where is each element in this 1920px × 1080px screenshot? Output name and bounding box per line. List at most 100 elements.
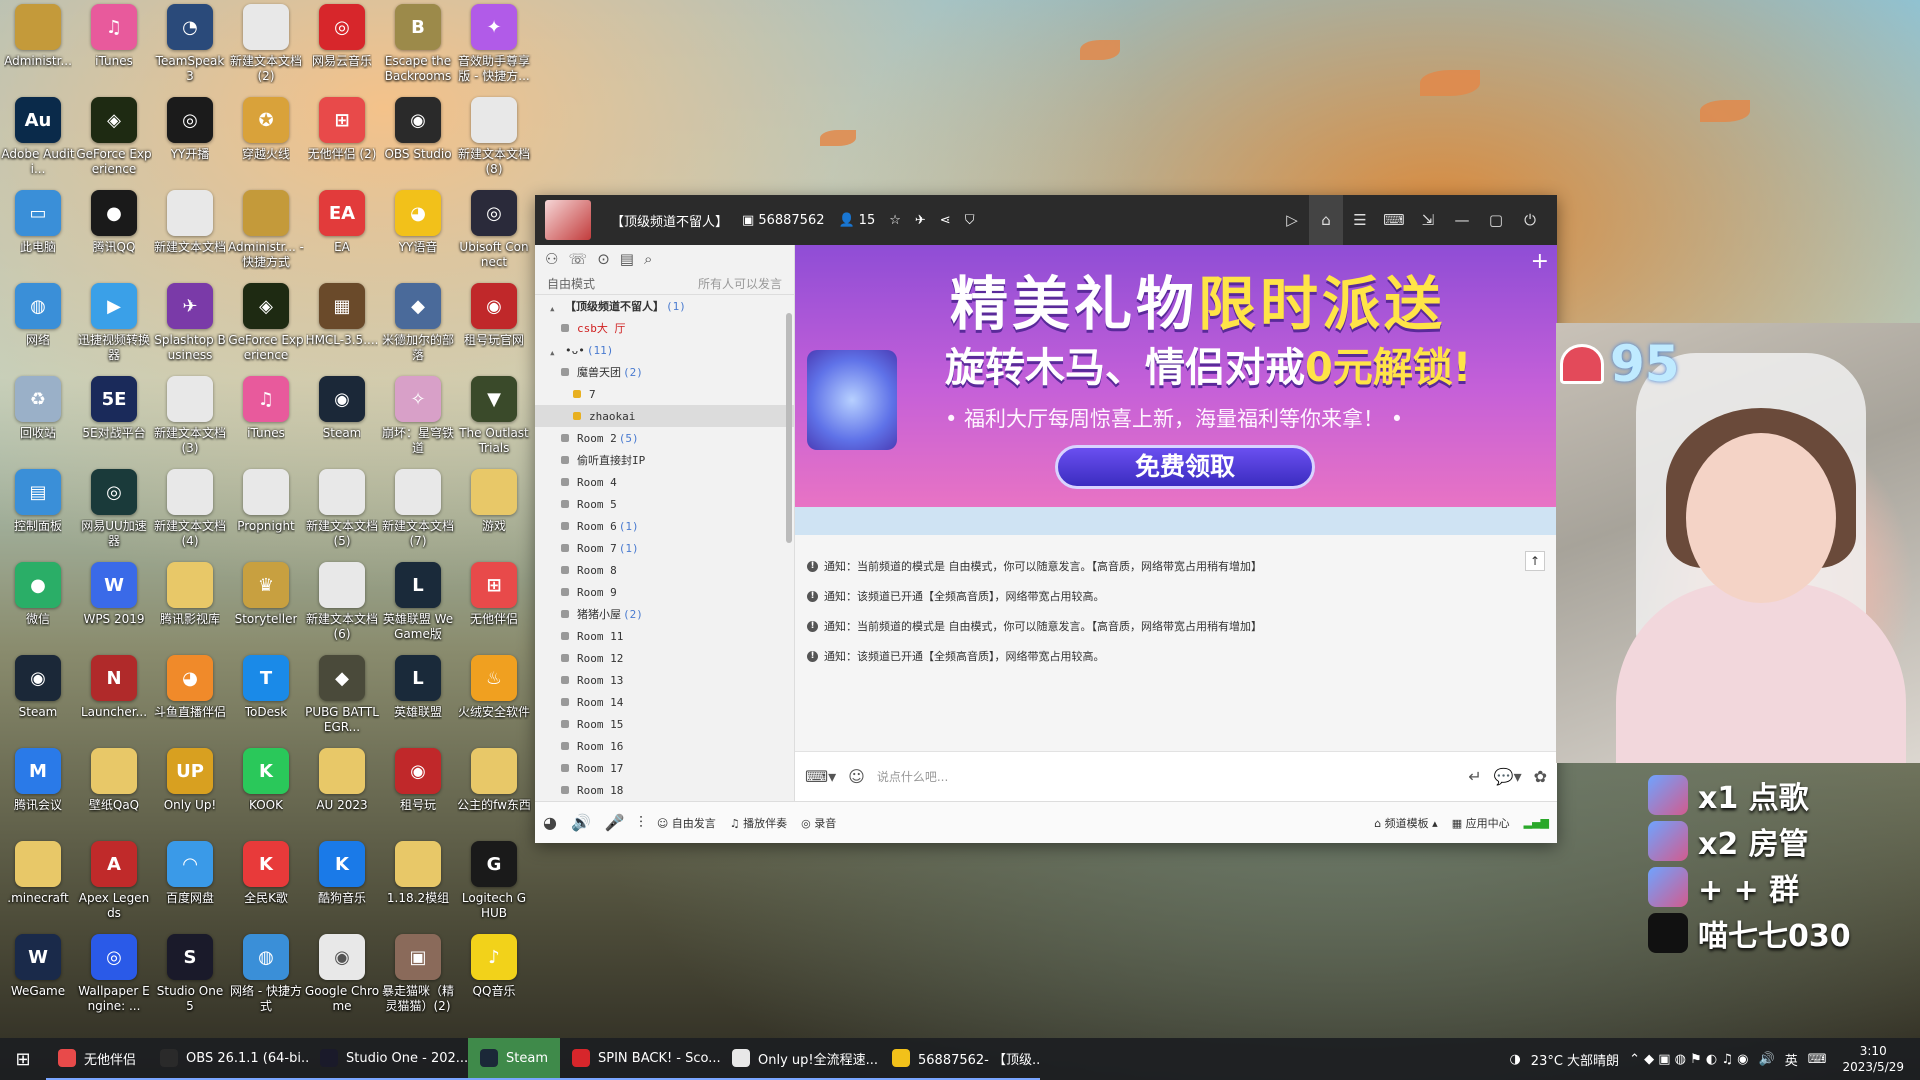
location-icon[interactable]: ⊙ xyxy=(597,250,610,268)
shield-icon[interactable]: ⛉ xyxy=(965,213,975,228)
desktop-shortcut[interactable]: M 腾讯会议 xyxy=(0,748,76,813)
channel-tree-item[interactable]: Room 8 xyxy=(535,559,794,581)
taskbar-app[interactable]: 56887562- 【顶级... xyxy=(880,1038,1040,1080)
video-icon[interactable]: ▷ xyxy=(1275,211,1309,229)
desktop-shortcut[interactable]: K 全民K歌 xyxy=(228,841,304,906)
desktop-shortcut[interactable]: 游戏 xyxy=(456,469,532,534)
desktop-shortcut[interactable]: 新建文本文档 (4) xyxy=(152,469,228,549)
record-button[interactable]: ◎ 录音 xyxy=(801,815,836,831)
gamepad-emoji-icon[interactable]: ⌨▾ xyxy=(805,767,836,786)
self-avatar[interactable]: ◕ xyxy=(543,813,557,832)
list-icon[interactable]: ☰ xyxy=(1343,211,1377,229)
desktop-shortcut[interactable]: ◠ 百度网盘 xyxy=(152,841,228,906)
desktop-shortcut[interactable]: ◉ Steam xyxy=(304,376,380,441)
desktop-shortcut[interactable]: 新建文本文档 (8) xyxy=(456,97,532,177)
channel-tree-item[interactable]: csb大 厅 xyxy=(535,317,794,339)
taskbar-app[interactable]: Only up!全流程速... xyxy=(720,1038,880,1080)
channel-tree-item[interactable]: Room 6 (1) xyxy=(535,515,794,537)
desktop-shortcut[interactable]: ◍ 网络 - 快捷方式 xyxy=(228,934,304,1014)
desktop-shortcut[interactable]: ♨ 火绒安全软件 xyxy=(456,655,532,720)
desktop-shortcut[interactable]: AU 2023 xyxy=(304,748,380,813)
play-music-button[interactable]: ♫ 播放伴奏 xyxy=(730,815,787,831)
desktop-shortcut[interactable]: ◎ YY开播 xyxy=(152,97,228,162)
channel-tree-item[interactable]: Room 15 xyxy=(535,713,794,735)
desktop-shortcut[interactable]: A Apex Legends xyxy=(76,841,152,921)
desktop-shortcut[interactable]: 1.18.2模组 xyxy=(380,841,456,906)
home-icon[interactable]: ⌂ xyxy=(1309,195,1343,245)
search-icon[interactable]: ⌕ xyxy=(644,250,652,268)
desktop-shortcut[interactable]: ⊞ 无他伴侣 xyxy=(456,562,532,627)
channel-tree-item[interactable]: Room 2 (5) xyxy=(535,427,794,449)
message-input[interactable]: 说点什么吧... xyxy=(877,768,1456,785)
taskbar-app[interactable]: Studio One - 202... xyxy=(308,1038,469,1080)
desktop-shortcut[interactable]: ◍ 网络 xyxy=(0,283,76,348)
desktop-shortcut[interactable]: ✦ 音效助手尊享版 - 快捷方... xyxy=(456,4,532,84)
desktop-shortcut[interactable]: ◉ Google Chrome xyxy=(304,934,380,1014)
desktop-shortcut[interactable]: 腾讯影视库 xyxy=(152,562,228,627)
speaker-icon[interactable]: 🔊 xyxy=(571,813,591,832)
desktop-shortcut[interactable]: G Logitech G HUB xyxy=(456,841,532,921)
desktop-shortcut[interactable]: ◆ 米德加尔的部落 xyxy=(380,283,456,363)
channel-avatar[interactable] xyxy=(545,200,591,240)
desktop-shortcut[interactable]: ◎ Ubisoft Connect xyxy=(456,190,532,270)
channel-template-button[interactable]: ⌂ 频道模板 ▴ xyxy=(1374,815,1438,831)
desktop-shortcut[interactable]: ▤ 控制面板 xyxy=(0,469,76,534)
windows-start-icon[interactable]: ⊞ xyxy=(0,1038,46,1080)
channel-tree-item[interactable]: Room 16 xyxy=(535,735,794,757)
desktop-shortcut[interactable]: 新建文本文档 (3) xyxy=(152,376,228,456)
desktop-shortcut[interactable]: ♛ Storyteller xyxy=(228,562,304,627)
equalizer-icon[interactable]: ⫶ xyxy=(639,813,643,833)
taskbar-app[interactable]: Steam xyxy=(468,1038,560,1080)
desktop-shortcut[interactable]: ◆ PUBG BATTLEGR... xyxy=(304,655,380,735)
desktop-shortcut[interactable]: ◕ YY语音 xyxy=(380,190,456,255)
volume-icon[interactable]: 🔊 xyxy=(1759,1052,1775,1067)
desktop-shortcut[interactable]: UP Only Up! xyxy=(152,748,228,813)
channel-tree-item[interactable]: Room 14 xyxy=(535,691,794,713)
star-icon[interactable]: ☆ xyxy=(889,213,901,228)
desktop-shortcut[interactable]: ◉ Steam xyxy=(0,655,76,720)
desktop-shortcut[interactable]: K KOOK xyxy=(228,748,304,813)
chat-icon[interactable]: ☏ xyxy=(568,250,587,268)
desktop-shortcut[interactable]: ● 微信 xyxy=(0,562,76,627)
desktop-shortcut[interactable]: ♫ iTunes xyxy=(76,4,152,69)
scroll-top-button[interactable]: ↑ xyxy=(1525,551,1545,571)
channel-tree-item[interactable]: Room 17 xyxy=(535,757,794,779)
desktop-shortcut[interactable]: ◎ 网易云音乐 xyxy=(304,4,380,69)
desktop-shortcut[interactable]: 壁纸QaQ xyxy=(76,748,152,813)
desktop-shortcut[interactable]: .minecraft xyxy=(0,841,76,906)
desktop-shortcut[interactable]: T ToDesk xyxy=(228,655,304,720)
tray-icons[interactable]: ⌃ ◆ ▣ ◍ ⚑ ◐ ♫ ◉ xyxy=(1629,1052,1748,1067)
desktop-shortcut[interactable]: ◈ GeForce Experience xyxy=(76,97,152,177)
desktop-shortcut[interactable]: ▦ HMCL-3.5.... xyxy=(304,283,380,348)
mode-dropdown[interactable]: 自由模式 xyxy=(547,275,595,292)
desktop-shortcut[interactable]: S Studio One 5 xyxy=(152,934,228,1014)
desktop-shortcut[interactable]: 新建文本文档 (6) xyxy=(304,562,380,642)
power-icon[interactable]: ⏻ xyxy=(1513,211,1547,229)
clock[interactable]: 3:10 2023/5/29 xyxy=(1836,1043,1910,1075)
desktop-shortcut[interactable]: W WeGame xyxy=(0,934,76,999)
flower-icon[interactable]: ✿ xyxy=(1534,767,1547,786)
channel-tree-item[interactable]: Room 18 xyxy=(535,779,794,801)
desktop-shortcut[interactable]: ✪ 穿越火线 xyxy=(228,97,304,162)
desktop-shortcut[interactable]: ♻ 回收站 xyxy=(0,376,76,441)
desktop-shortcut[interactable]: Administr... xyxy=(0,4,76,69)
desktop-shortcut[interactable]: 5E 5E对战平台 xyxy=(76,376,152,441)
window-titlebar[interactable]: 【顶级频道不留人】 ▣ 56887562 👤 15 ☆ ✈ ⋖ ⛉ ▷ ⌂ ☰ … xyxy=(535,195,1557,245)
desktop-shortcut[interactable]: ◉ 租号玩 xyxy=(380,748,456,813)
desktop-shortcut[interactable]: ◕ 斗鱼直播伴侣 xyxy=(152,655,228,720)
free-speech-button[interactable]: ☺ 自由发言 xyxy=(657,815,716,831)
desktop-shortcut[interactable]: Propnight xyxy=(228,469,304,534)
taskbar-app[interactable]: 无他伴侣 xyxy=(46,1038,149,1080)
desktop-shortcut[interactable]: EA EA xyxy=(304,190,380,255)
members-icon[interactable]: ⚇ xyxy=(545,250,558,268)
send-icon[interactable]: ↵ xyxy=(1468,767,1481,786)
channel-tree-item[interactable]: ▴ 【顶级频道不留人】 (1) xyxy=(535,295,794,317)
yy-voice-window[interactable]: 【顶级频道不留人】 ▣ 56887562 👤 15 ☆ ✈ ⋖ ⛉ ▷ ⌂ ☰ … xyxy=(535,195,1557,843)
channel-tree-item[interactable]: Room 5 xyxy=(535,493,794,515)
desktop-shortcut[interactable]: K 酷狗音乐 xyxy=(304,841,380,906)
desktop-shortcut[interactable]: ▣ 暴走猫咪（精灵猫猫）(2) xyxy=(380,934,456,1014)
chat-bubble-icon[interactable]: 💬▾ xyxy=(1494,767,1522,786)
desktop-shortcut[interactable]: N Launcher... xyxy=(76,655,152,720)
desktop-shortcut[interactable]: ▼ The Outlast Trials xyxy=(456,376,532,456)
add-icon[interactable]: + xyxy=(1531,249,1549,274)
